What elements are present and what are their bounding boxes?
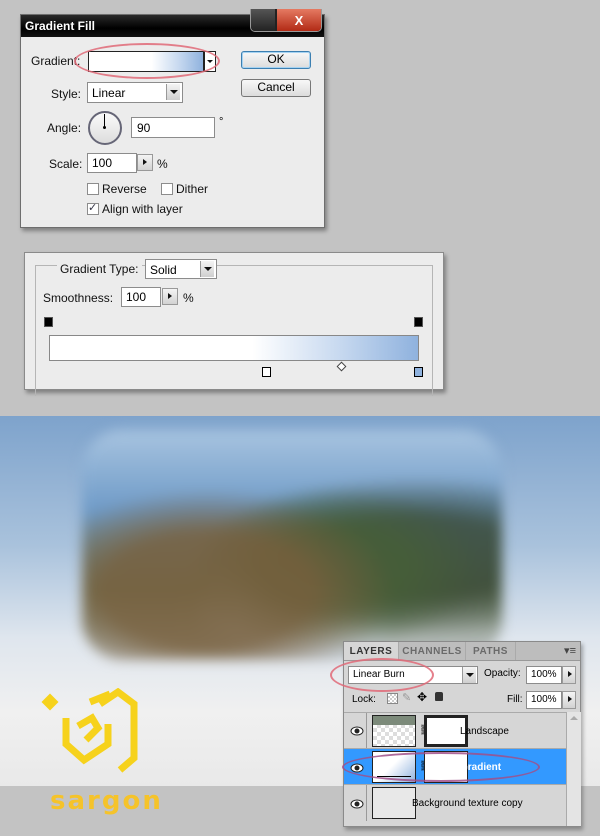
smoothness-slider-button[interactable] bbox=[162, 288, 178, 305]
gradient-type-select[interactable]: Solid bbox=[145, 259, 217, 279]
annotation-ring bbox=[74, 43, 220, 79]
reverse-label: Reverse bbox=[102, 182, 147, 196]
smoothness-unit: % bbox=[183, 291, 194, 305]
angle-center bbox=[103, 126, 106, 129]
scroll-up-icon[interactable] bbox=[570, 716, 578, 720]
visibility-eye-icon[interactable] bbox=[350, 798, 364, 809]
close-button[interactable]: X bbox=[277, 9, 321, 31]
style-value: Linear bbox=[92, 86, 126, 100]
check-icon: ✓ bbox=[88, 202, 98, 214]
lock-image-icon[interactable]: ✎ bbox=[402, 691, 411, 704]
window-controls: X bbox=[250, 9, 322, 32]
scale-slider-button[interactable] bbox=[137, 154, 153, 171]
layer-row[interactable]: Background texture copy bbox=[344, 784, 566, 821]
lock-position-icon[interactable]: ✥ bbox=[417, 690, 427, 704]
angle-input[interactable] bbox=[131, 117, 215, 138]
dialog-titlebar[interactable]: Gradient Fill X bbox=[21, 9, 324, 37]
layers-panel: LAYERS CHANNELS PATHS ▾≡ Linear Burn Opa… bbox=[330, 641, 581, 827]
close-icon: X bbox=[294, 13, 304, 28]
opacity-slider-button[interactable] bbox=[562, 666, 576, 684]
layer-thumbnail bbox=[372, 715, 416, 747]
dither-label: Dither bbox=[176, 182, 209, 196]
align-with-layer-checkbox[interactable]: ✓ bbox=[87, 202, 99, 215]
layer-row[interactable]: ⛓ Landscape bbox=[344, 712, 566, 749]
angle-label: Angle: bbox=[47, 121, 82, 135]
align-with-layer-label: Align with layer bbox=[102, 202, 183, 216]
watermark-text: sargon bbox=[50, 786, 163, 816]
opacity-stop[interactable] bbox=[44, 317, 53, 327]
layer-name: Background texture copy bbox=[412, 798, 523, 809]
gradient-fill-dialog: Gradient Fill X Gradient: Style: Linear … bbox=[20, 9, 325, 228]
color-stop[interactable] bbox=[414, 367, 423, 377]
fill-slider-button[interactable] bbox=[562, 691, 576, 709]
sargon-logo-icon bbox=[41, 688, 138, 773]
smoothness-label: Smoothness: bbox=[43, 291, 114, 305]
fill-value: 100% bbox=[531, 694, 557, 705]
dialog-title: Gradient Fill bbox=[25, 19, 96, 33]
midpoint-diamond[interactable] bbox=[336, 361, 347, 372]
lock-label: Lock: bbox=[352, 694, 376, 705]
cancel-button[interactable]: Cancel bbox=[241, 79, 311, 97]
opacity-label: Opacity: bbox=[484, 668, 521, 679]
gradient-type-value: Solid bbox=[150, 263, 177, 277]
angle-unit: ° bbox=[219, 116, 224, 128]
fill-input[interactable]: 100% bbox=[526, 691, 562, 709]
reverse-checkbox[interactable] bbox=[87, 183, 99, 195]
tab-paths[interactable]: PATHS bbox=[466, 642, 516, 660]
style-label: Style: bbox=[51, 87, 82, 101]
chevron-down-icon bbox=[200, 261, 214, 277]
gradient-stops bbox=[44, 317, 423, 381]
opacity-value: 100% bbox=[531, 669, 557, 680]
tab-channels[interactable]: CHANNELS bbox=[399, 642, 466, 660]
visibility-eye-icon[interactable] bbox=[350, 725, 364, 736]
ok-button[interactable]: OK bbox=[241, 51, 311, 69]
smoothness-input[interactable] bbox=[121, 287, 161, 307]
opacity-input[interactable]: 100% bbox=[526, 666, 562, 684]
angle-dial[interactable] bbox=[88, 111, 122, 145]
dither-checkbox[interactable] bbox=[161, 183, 173, 195]
chevron-down-icon bbox=[166, 84, 180, 100]
color-stop[interactable] bbox=[262, 367, 272, 377]
panel-menu-icon[interactable]: ▾≡ bbox=[564, 644, 576, 657]
layers-scrollbar[interactable] bbox=[566, 712, 581, 826]
layer-thumbnail bbox=[372, 787, 416, 819]
layers-list: ⛓ Landscape ⛓ Gradient Background textur… bbox=[342, 712, 580, 826]
layer-name: Landscape bbox=[460, 726, 509, 737]
gradient-type-label: Gradient Type: bbox=[57, 262, 142, 276]
scale-unit: % bbox=[157, 157, 168, 171]
gradient-editor-panel: Gradient Type: Solid Smoothness: % bbox=[24, 252, 444, 396]
chevron-down-icon bbox=[462, 667, 476, 683]
scale-label: Scale: bbox=[49, 157, 83, 171]
landscape-image bbox=[82, 430, 502, 660]
annotation-ring bbox=[330, 658, 434, 692]
gradient-label: Gradient: bbox=[31, 54, 81, 68]
lock-transparent-icon[interactable] bbox=[387, 693, 398, 704]
opacity-stop[interactable] bbox=[414, 317, 423, 327]
style-select[interactable]: Linear bbox=[87, 82, 183, 103]
minimize-button[interactable] bbox=[251, 9, 275, 31]
fill-label: Fill: bbox=[507, 694, 523, 705]
scale-input[interactable] bbox=[87, 153, 137, 173]
annotation-ring bbox=[342, 752, 540, 782]
lock-all-icon[interactable] bbox=[435, 692, 443, 701]
